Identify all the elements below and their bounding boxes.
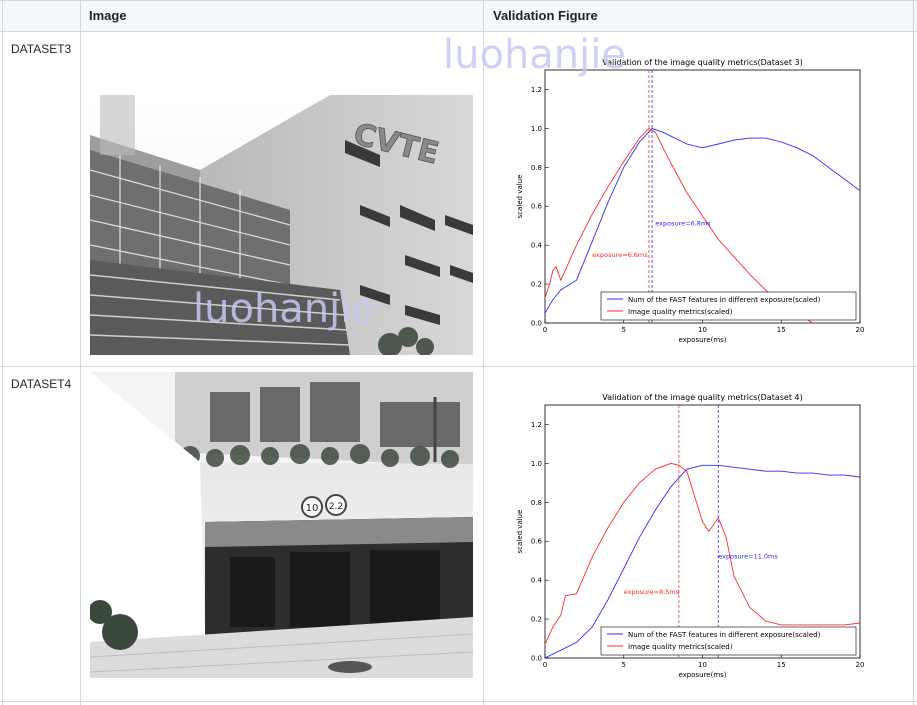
chart-title: Validation of the image quality metrics(…: [602, 393, 802, 402]
dataset-label: DATASET3: [11, 42, 72, 56]
x-tick-label: 10: [698, 326, 707, 334]
image-column-header: Image: [89, 8, 127, 23]
y-tick-label: 0.8: [531, 499, 542, 507]
building-photo-dataset4: 10 2.2: [90, 372, 473, 678]
validation-chart-dataset4: Validation of the image quality metrics(…: [510, 390, 885, 680]
plot-area: [544, 69, 861, 324]
y-tick-label: 0.8: [531, 164, 542, 172]
dataset-label: DATASET4: [11, 377, 72, 391]
x-tick-label: 20: [856, 326, 865, 334]
sign-number: 10: [306, 503, 319, 514]
y-tick-label: 1.0: [531, 125, 542, 133]
exposure-marker-label: exposure=6.6ms: [592, 251, 648, 259]
table-border-left: [2, 0, 3, 705]
exposure-marker-label: exposure=8.5ms: [624, 588, 680, 596]
y-axis-label: scaled value: [516, 510, 524, 554]
validation-chart-dataset3: Validation of the image quality metrics(…: [510, 55, 885, 345]
x-tick-label: 15: [777, 326, 786, 334]
table-border-col: [80, 0, 81, 705]
x-tick-label: 0: [543, 661, 547, 669]
table-header-row: [0, 0, 917, 31]
y-tick-label: 1.2: [531, 421, 542, 429]
table-border-col: [483, 0, 484, 705]
y-tick-label: 0.6: [531, 538, 543, 546]
x-tick-label: 5: [622, 326, 626, 334]
chart-title: Validation of the image quality metrics(…: [602, 58, 802, 67]
x-axis-label: exposure(ms): [678, 671, 726, 679]
building-photo-dataset3: CVTE: [90, 95, 473, 355]
table-border-row: [0, 366, 917, 367]
x-axis-label: exposure(ms): [678, 336, 726, 344]
results-table: Image Validation Figure DATASET3 CVTE lu…: [0, 0, 917, 705]
y-tick-label: 0.4: [531, 242, 543, 250]
y-tick-label: 0.2: [531, 281, 542, 289]
y-tick-label: 0.4: [531, 577, 543, 585]
y-tick-label: 0.0: [531, 320, 542, 328]
validation-figure-column-header: Validation Figure: [493, 8, 598, 23]
legend-entry: Image quality metrics(scaled): [628, 643, 733, 651]
x-tick-label: 15: [777, 661, 786, 669]
x-tick-label: 0: [543, 326, 547, 334]
exposure-marker-label: exposure=6.8ms: [655, 220, 711, 228]
x-tick-label: 10: [698, 661, 707, 669]
table-border-right: [913, 0, 914, 705]
y-tick-label: 1.2: [531, 86, 542, 94]
y-axis-label: scaled value: [516, 175, 524, 219]
table-border-header: [0, 31, 917, 32]
y-tick-label: 1.0: [531, 460, 542, 468]
x-tick-label: 5: [622, 661, 626, 669]
legend-entry: Num of the FAST features in different ex…: [628, 296, 821, 304]
y-tick-label: 0.0: [531, 655, 542, 663]
exposure-marker-label: exposure=11.0ms: [718, 553, 778, 561]
y-tick-label: 0.2: [531, 616, 542, 624]
table-border-row: [0, 701, 917, 702]
sign-number: 2.2: [329, 502, 343, 512]
x-tick-label: 20: [856, 661, 865, 669]
y-tick-label: 0.6: [531, 203, 543, 211]
legend-entry: Num of the FAST features in different ex…: [628, 631, 821, 639]
table-border-top: [0, 0, 917, 1]
plot-area: [544, 404, 861, 659]
legend-entry: Image quality metrics(scaled): [628, 308, 733, 316]
